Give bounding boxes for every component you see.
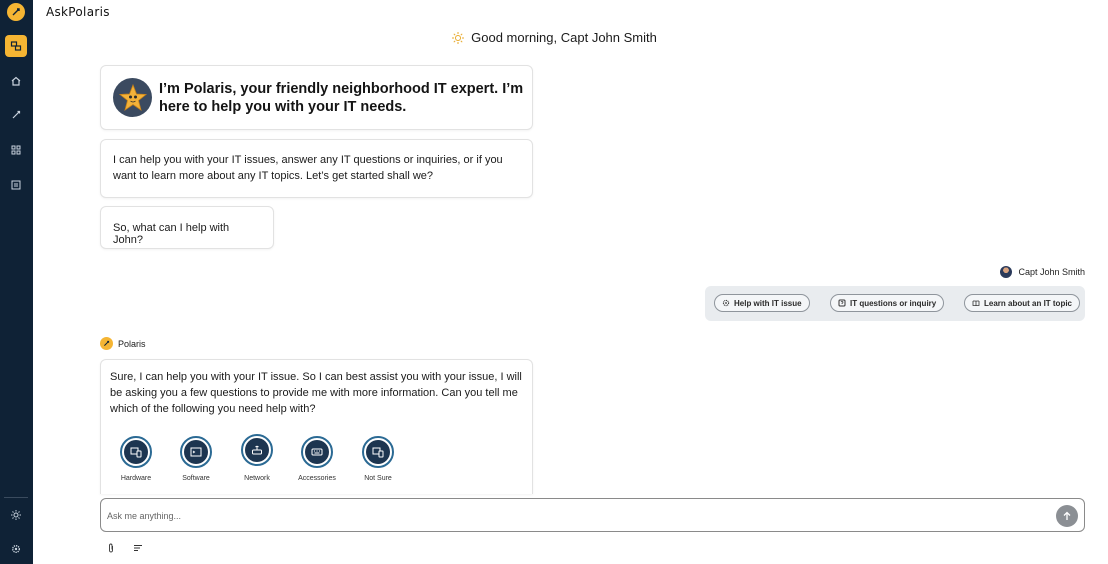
sun-icon bbox=[11, 510, 21, 520]
sun-icon bbox=[452, 31, 465, 44]
settings-button[interactable] bbox=[5, 538, 27, 560]
devices-icon bbox=[372, 447, 384, 458]
category-software[interactable]: Software bbox=[166, 436, 226, 482]
rocket-icon bbox=[12, 110, 21, 119]
category-label: Software bbox=[182, 475, 210, 482]
prompt-text: So, what can I help with John? bbox=[113, 222, 230, 246]
home-icon bbox=[11, 76, 21, 86]
gear-icon bbox=[12, 545, 20, 553]
chat-input-box bbox=[100, 498, 1085, 532]
paperclip-icon bbox=[109, 543, 113, 553]
polaris-logo-icon bbox=[100, 337, 113, 350]
chip-help-it-issue[interactable]: Help with IT issue bbox=[714, 294, 810, 312]
chat-input[interactable] bbox=[107, 507, 1037, 524]
chip-it-questions[interactable]: IT questions or inquiry bbox=[830, 294, 945, 312]
book-icon bbox=[972, 300, 980, 306]
bot-tag: Polaris bbox=[100, 337, 146, 350]
theme-toggle[interactable] bbox=[5, 504, 27, 526]
format-button[interactable] bbox=[132, 542, 144, 554]
greeting-text: Good morning, Capt John Smith bbox=[471, 30, 657, 45]
arrow-up-icon bbox=[1063, 511, 1071, 520]
router-icon bbox=[252, 445, 262, 455]
intro-text: I’m Polaris, your friendly neighborhood … bbox=[159, 80, 524, 115]
devices-icon bbox=[130, 447, 142, 458]
intro-card: I’m Polaris, your friendly neighborhood … bbox=[100, 65, 533, 130]
greeting: Good morning, Capt John Smith bbox=[0, 30, 1108, 45]
user-name: Capt John Smith bbox=[1018, 267, 1085, 277]
category-network[interactable]: Network bbox=[227, 434, 287, 482]
chip-label: Help with IT issue bbox=[734, 298, 802, 308]
prompt-card: So, what can I help with John? bbox=[100, 206, 274, 249]
grid-icon bbox=[11, 145, 21, 155]
category-accessories[interactable]: Accessories bbox=[287, 436, 347, 482]
capabilities-text: I can help you with your IT issues, answ… bbox=[113, 154, 503, 182]
category-label: Not Sure bbox=[364, 475, 392, 482]
sidebar bbox=[0, 0, 33, 564]
app-title: AskPolaris bbox=[46, 5, 110, 19]
gear-icon bbox=[722, 299, 730, 307]
chip-label: Learn about an IT topic bbox=[984, 298, 1073, 308]
sidebar-item-launch[interactable] bbox=[5, 104, 27, 126]
category-label: Network bbox=[244, 475, 270, 482]
sidebar-divider bbox=[4, 497, 28, 498]
followup-text: Sure, I can help you with your IT issue.… bbox=[110, 371, 522, 415]
polaris-logo-icon[interactable] bbox=[7, 3, 25, 21]
document-icon bbox=[11, 180, 21, 190]
bot-name: Polaris bbox=[118, 338, 146, 349]
user-tag: Capt John Smith bbox=[1000, 266, 1085, 278]
chip-label: IT questions or inquiry bbox=[850, 298, 937, 308]
category-label: Hardware bbox=[120, 475, 152, 482]
user-avatar bbox=[1000, 266, 1013, 278]
attach-button[interactable] bbox=[105, 542, 117, 554]
sidebar-item-docs[interactable] bbox=[5, 174, 27, 196]
category-label: Accessories bbox=[298, 475, 336, 482]
question-icon bbox=[838, 299, 846, 307]
polaris-avatar bbox=[113, 78, 152, 117]
star-icon bbox=[118, 83, 147, 111]
sidebar-item-apps[interactable] bbox=[5, 139, 27, 161]
category-hardware[interactable]: Hardware bbox=[106, 436, 166, 482]
lines-icon bbox=[134, 545, 142, 551]
chip-learn-it-topic[interactable]: Learn about an IT topic bbox=[964, 294, 1081, 312]
category-not-sure[interactable]: Not Sure bbox=[348, 436, 408, 482]
send-button[interactable] bbox=[1056, 505, 1078, 527]
terminal-icon bbox=[190, 447, 202, 457]
keyboard-icon bbox=[311, 448, 323, 456]
sidebar-item-home[interactable] bbox=[5, 70, 27, 92]
capabilities-card: I can help you with your IT issues, answ… bbox=[100, 139, 533, 198]
option-chips: Help with IT issue IT questions or inqui… bbox=[705, 286, 1085, 321]
